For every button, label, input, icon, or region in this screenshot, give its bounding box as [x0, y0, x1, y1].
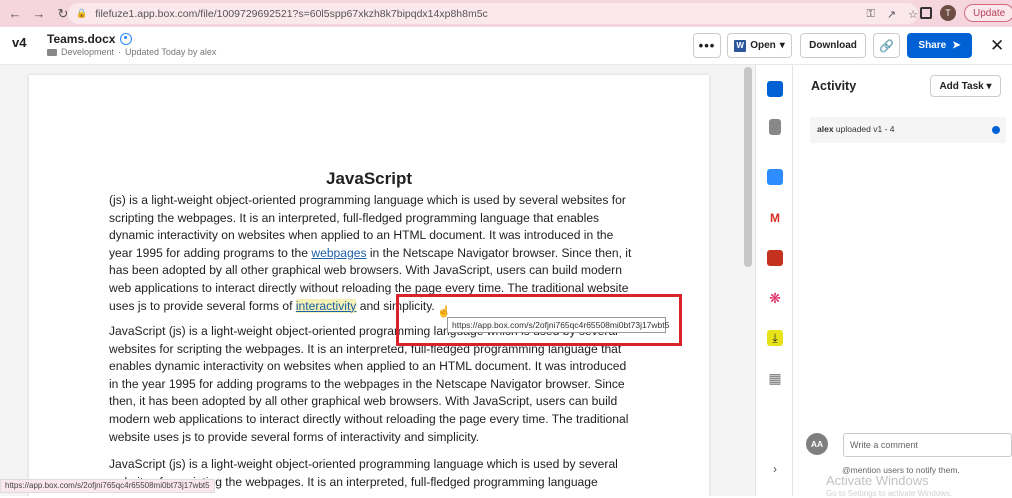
link-icon: 🔗 [879, 38, 894, 53]
address-bar-icons: ⚿ ↗ ☆ [867, 8, 918, 21]
open-button[interactable]: W Open ▾ [727, 33, 792, 58]
zoom-icon[interactable] [767, 169, 783, 185]
back-icon[interactable]: ← [6, 6, 24, 22]
activity-panel: Activity Add Task ▾ alex uploaded v1 - 4… [794, 65, 1012, 498]
folder-name[interactable]: Development [61, 47, 114, 57]
browser-nav: ← → ↻ [0, 6, 72, 22]
interactivity-link[interactable]: interactivity [295, 298, 357, 313]
bookmark-star-icon[interactable]: ☆ [908, 8, 918, 21]
windows-watermark-sub: Go to Settings to activate Windows. [826, 489, 953, 498]
side-panel-icon[interactable] [920, 7, 932, 19]
share-arrow-icon: ➤ [952, 40, 961, 51]
more-options-button[interactable]: ••• [693, 33, 721, 58]
chevron-down-icon: ▾ [983, 80, 992, 92]
version-badge[interactable]: v4 [12, 35, 26, 50]
close-icon[interactable]: ✕ [990, 36, 1004, 56]
open-label: Open [750, 40, 776, 51]
document-page: JavaScript (js) is a light-weight object… [29, 75, 709, 496]
activity-entry: alex uploaded v1 - 4 [810, 117, 1006, 143]
gmail-icon[interactable]: M [767, 210, 783, 226]
info-icon[interactable] [992, 126, 1000, 134]
download-button[interactable]: Download [800, 33, 866, 58]
updated-text: Updated Today by alex [125, 47, 217, 57]
download-app-icon[interactable]: ⤓ [767, 330, 783, 346]
share-page-icon[interactable]: ↗ [887, 8, 896, 21]
browser-actions: T Update [920, 4, 1012, 22]
activity-title: Activity [811, 79, 857, 93]
details-icon[interactable] [769, 119, 781, 135]
folder-icon [47, 48, 57, 56]
browser-toolbar: ← → ↻ 🔒 filefuze1.app.box.com/file/10097… [0, 0, 1012, 27]
activity-user: alex [817, 124, 834, 134]
activity-text: uploaded v1 - 4 [833, 124, 895, 134]
sidebar-icon-rail: M ❋ ⤓ ▦ › [755, 65, 793, 496]
activity-chat-icon[interactable] [767, 81, 783, 97]
lock-icon[interactable]: 🔒 [76, 8, 87, 19]
collaborators-icon[interactable] [120, 33, 133, 45]
highlight-annotation-box [396, 294, 682, 346]
preview-header: v4 Teams.docx Development · Updated Toda… [0, 27, 1012, 65]
adobe-icon[interactable] [767, 250, 783, 266]
document-heading: JavaScript [326, 169, 412, 188]
address-url: filefuze1.app.box.com/file/1009729692521… [95, 7, 488, 20]
address-bar[interactable]: 🔒 filefuze1.app.box.com/file/10097296925… [68, 3, 918, 24]
document-viewer[interactable]: JavaScript (js) is a light-weight object… [0, 65, 755, 496]
commenter-avatar: AA [806, 433, 828, 455]
file-title: Teams.docx [47, 32, 133, 46]
forward-icon[interactable]: → [30, 6, 48, 22]
separator-dot: · [118, 47, 122, 57]
profile-avatar[interactable]: T [940, 5, 956, 21]
add-task-button[interactable]: Add Task ▾ [930, 75, 1001, 97]
word-icon: W [734, 39, 747, 52]
status-bar-url: https://app.box.com/s/2ofjni765qc4r65508… [0, 479, 215, 493]
chevron-right-icon[interactable]: › [767, 461, 783, 477]
add-task-label: Add Task [939, 80, 984, 92]
key-icon[interactable]: ⚿ [867, 8, 875, 21]
file-name: Teams.docx [47, 32, 116, 46]
webpages-link[interactable]: webpages [311, 246, 366, 260]
share-label: Share [918, 40, 947, 51]
file-subtitle: Development · Updated Today by alex [47, 47, 216, 57]
chevron-down-icon: ▾ [779, 40, 785, 51]
share-button[interactable]: Share ➤ [907, 33, 972, 58]
shared-link-button[interactable]: 🔗 [873, 33, 900, 58]
slack-icon[interactable]: ❋ [767, 290, 783, 306]
comment-input[interactable]: Write a comment [843, 433, 1012, 457]
viewer-scrollbar[interactable] [744, 67, 752, 267]
apps-grid-icon[interactable]: ▦ [767, 370, 783, 386]
windows-watermark: Activate Windows [826, 473, 929, 488]
update-button[interactable]: Update [964, 4, 1012, 22]
